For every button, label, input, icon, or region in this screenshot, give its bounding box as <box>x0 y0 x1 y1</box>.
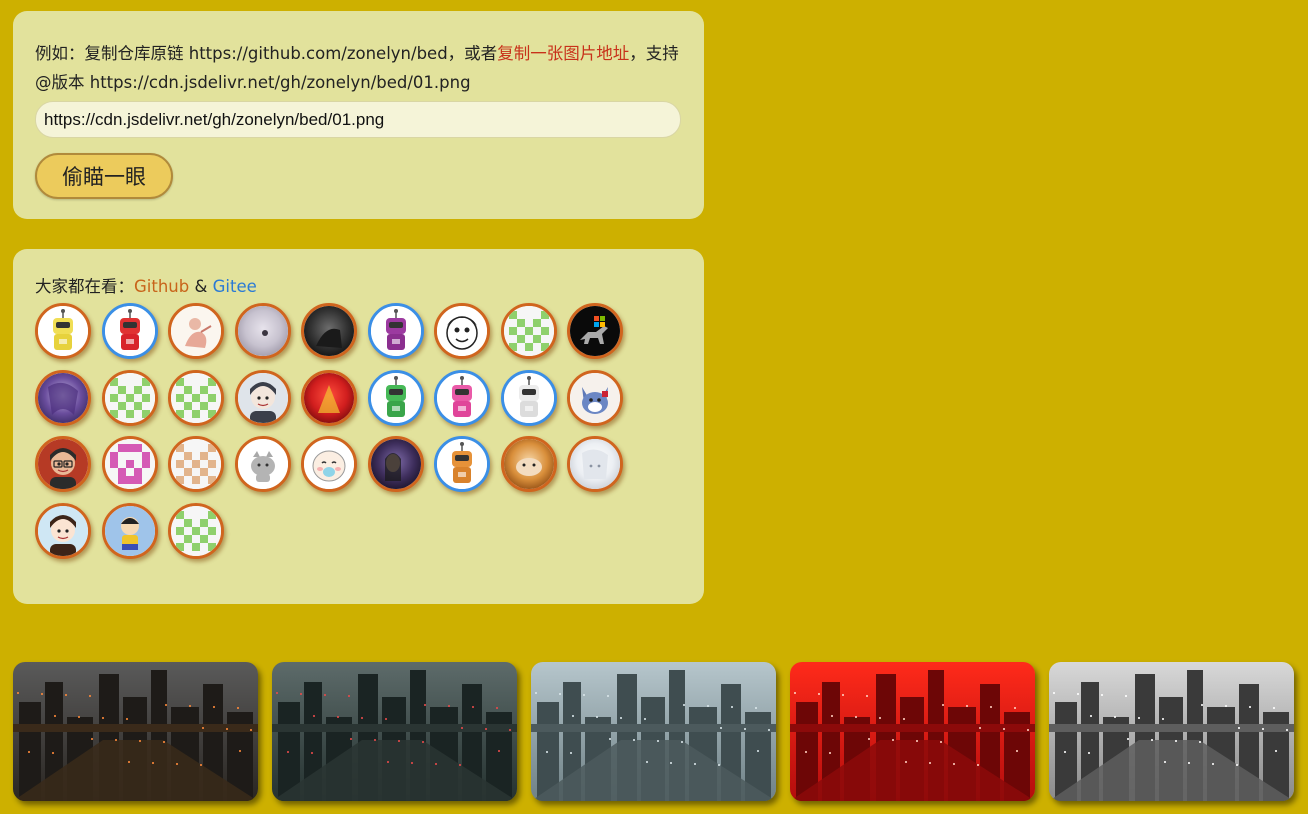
baby-cartoon-avatar-icon[interactable] <box>301 436 357 492</box>
person-photo-avatar-icon[interactable] <box>367 436 424 492</box>
city-night-thumbnail[interactable] <box>13 662 258 801</box>
purple-robot-avatar-icon[interactable] <box>367 303 424 359</box>
usage-hint: 例如：复制仓库原链 https://github.com/zonelyn/bed… <box>35 39 682 97</box>
pink-robot-avatar-icon[interactable] <box>434 369 490 426</box>
input-panel: 例如：复制仓库原链 https://github.com/zonelyn/bed… <box>13 11 704 219</box>
orange-robot-avatar-icon[interactable] <box>434 436 490 492</box>
glasses-man-avatar-icon[interactable] <box>35 436 91 492</box>
url-input[interactable] <box>35 101 681 138</box>
users-title-prefix: 大家都在看： <box>35 277 134 296</box>
peek-button[interactable]: 偷瞄一眼 <box>35 153 173 199</box>
green-robot-avatar-icon[interactable] <box>367 369 424 426</box>
pink-identicon-avatar-icon[interactable] <box>101 436 158 492</box>
green-identicon-avatar-icon[interactable] <box>168 369 224 426</box>
city-day-thumbnail[interactable] <box>531 662 776 801</box>
green-identicon-avatar-icon[interactable] <box>101 369 158 426</box>
hamster-photo-avatar-icon[interactable] <box>500 436 557 492</box>
red-robot-avatar-icon[interactable] <box>101 303 158 359</box>
grey-cat-avatar-icon[interactable] <box>234 436 291 492</box>
cartoon-kid-avatar-icon[interactable] <box>101 502 158 559</box>
anime-boy-avatar-icon[interactable] <box>234 369 291 426</box>
city-red-thumbnail[interactable] <box>790 662 1035 801</box>
avatar-grid <box>35 303 655 559</box>
city-bw-thumbnail[interactable] <box>1049 662 1294 801</box>
dark-photo-avatar-icon[interactable] <box>301 303 357 359</box>
yellow-robot-avatar-icon[interactable] <box>35 303 91 359</box>
users-title: 大家都在看：Github & Gitee <box>35 275 682 299</box>
city-teal-thumbnail[interactable] <box>272 662 517 801</box>
cartoon-face-avatar-icon[interactable] <box>434 303 490 359</box>
tom-cat-avatar-icon[interactable] <box>567 369 623 426</box>
gitee-link[interactable]: Gitee <box>213 277 257 296</box>
anime-girl-avatar-icon[interactable] <box>35 502 91 559</box>
github-link[interactable]: Github <box>134 277 189 296</box>
dinosaur-avatar-icon[interactable] <box>567 303 623 359</box>
white-robot-avatar-icon[interactable] <box>500 369 557 426</box>
copy-image-link[interactable]: 复制一张图片地址 <box>497 44 629 63</box>
cat-photo-avatar-icon[interactable] <box>234 303 291 359</box>
red-art-avatar-icon[interactable] <box>301 369 357 426</box>
tan-identicon-avatar-icon[interactable] <box>168 436 224 492</box>
hint-prefix: 例如：复制仓库原链 https://github.com/zonelyn/bed… <box>35 44 498 63</box>
wallpaper-gallery <box>13 662 1294 801</box>
sketch-figure-avatar-icon[interactable] <box>168 303 224 359</box>
purple-anime-avatar-icon[interactable] <box>35 369 91 426</box>
users-panel: 大家都在看：Github & Gitee <box>13 249 704 604</box>
white-anime-avatar-icon[interactable] <box>567 436 623 492</box>
green-identicon-avatar-icon[interactable] <box>168 502 224 559</box>
green-identicon-avatar-icon[interactable] <box>500 303 557 359</box>
amp-separator: & <box>194 277 208 296</box>
